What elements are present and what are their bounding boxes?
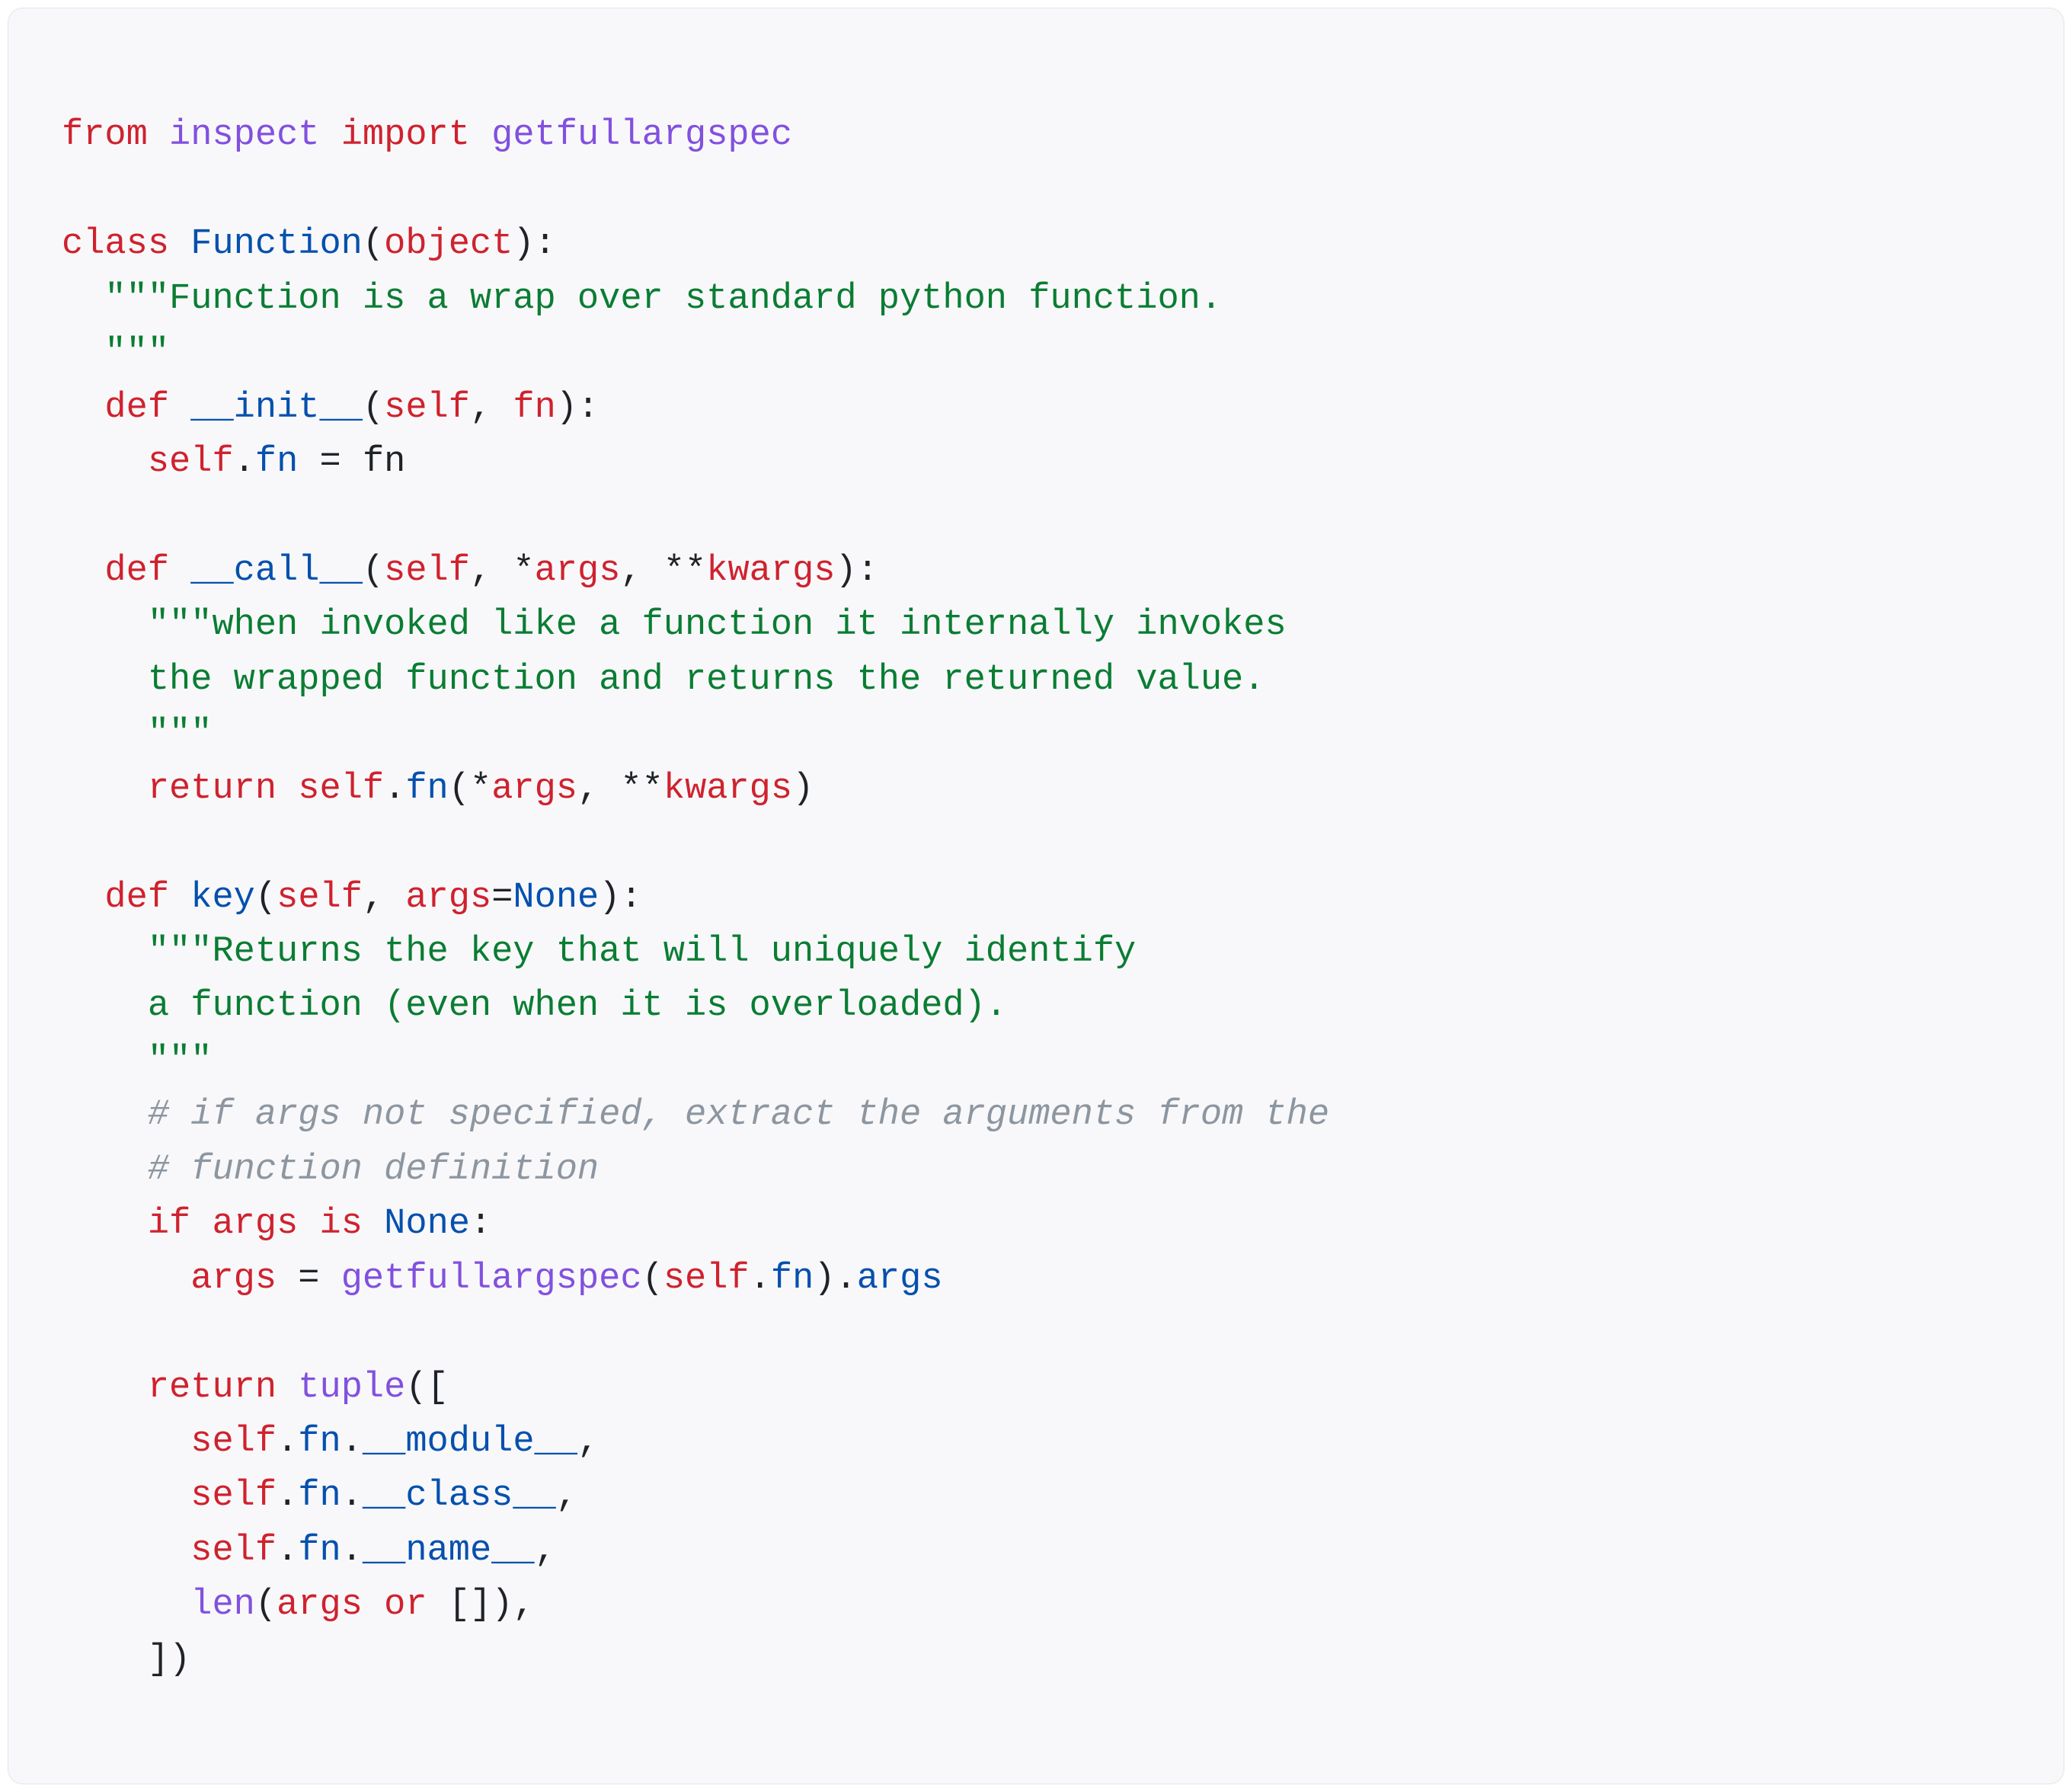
code-line: def __init__(self, fn):	[62, 388, 599, 428]
self-ref: self	[190, 1531, 277, 1571]
method-call: __call__	[190, 551, 363, 591]
kw-def: def	[104, 878, 169, 918]
kw-return: return	[148, 769, 277, 809]
code-line: args = getfullargspec(self.fn).args	[62, 1259, 943, 1299]
code-line: self.fn = fn	[62, 442, 405, 482]
method-init: __init__	[190, 388, 363, 428]
attr-fn: fn	[405, 769, 448, 809]
call-len: len	[190, 1585, 255, 1625]
var-args: args	[277, 1585, 363, 1625]
docstring-line: """	[62, 1041, 212, 1081]
attr-class: __class__	[363, 1476, 556, 1516]
comment-line: # function definition	[62, 1150, 599, 1190]
code-line: self.fn.__module__,	[62, 1422, 599, 1462]
kw-is: is	[320, 1204, 363, 1244]
closing-brackets: ])	[148, 1640, 190, 1680]
call-tuple: tuple	[298, 1368, 405, 1408]
kw-import: import	[341, 115, 470, 155]
const-none: None	[513, 878, 599, 918]
code-block: from inspect import getfullargspec class…	[8, 8, 2064, 1784]
kw-def: def	[104, 551, 169, 591]
attr-args: args	[857, 1259, 943, 1299]
import-getfullargspec: getfullargspec	[491, 115, 792, 155]
attr-name: __name__	[363, 1531, 535, 1571]
code-line: len(args or []),	[62, 1585, 535, 1625]
method-key: key	[190, 878, 255, 918]
param-args: args	[405, 878, 491, 918]
var-args: args	[190, 1259, 277, 1299]
viewport: from inspect import getfullargspec class…	[0, 0, 2072, 1792]
class-name-function: Function	[190, 224, 363, 264]
kw-if: if	[148, 1204, 190, 1244]
param-args: args	[535, 551, 621, 591]
self-ref: self	[663, 1259, 750, 1299]
param-fn: fn	[513, 388, 555, 428]
kw-def: def	[104, 388, 169, 428]
self-ref: self	[298, 769, 384, 809]
code-line: from inspect import getfullargspec	[62, 115, 792, 155]
kw-class: class	[62, 224, 169, 264]
kw-from: from	[62, 115, 148, 155]
kw-or: or	[384, 1585, 427, 1625]
docstring-line: """	[62, 714, 212, 754]
self-ref: self	[148, 442, 234, 482]
kw-return: return	[148, 1368, 277, 1408]
var-args: args	[212, 1204, 298, 1244]
param-self: self	[384, 388, 470, 428]
code-line: class Function(object):	[62, 224, 556, 264]
rhs-fn: fn	[363, 442, 405, 482]
param-kwargs: kwargs	[706, 551, 835, 591]
docstring-line: """when invoked like a function it inter…	[62, 605, 1287, 645]
self-ref: self	[190, 1422, 277, 1462]
docstring-line: """	[62, 333, 169, 373]
docstring-line: a function (even when it is overloaded).	[62, 986, 1007, 1026]
empty-list: []	[449, 1585, 491, 1625]
arg-kwargs: kwargs	[663, 769, 792, 809]
code-line: return self.fn(*args, **kwargs)	[62, 769, 814, 809]
attr-fn: fn	[255, 442, 298, 482]
attr-module: __module__	[363, 1422, 577, 1462]
code-line: self.fn.__class__,	[62, 1476, 577, 1516]
code-line: ])	[62, 1640, 190, 1680]
attr-fn: fn	[298, 1422, 341, 1462]
param-self: self	[384, 551, 470, 591]
attr-fn: fn	[298, 1476, 341, 1516]
docstring-line: the wrapped function and returns the ret…	[62, 660, 1265, 700]
base-object: object	[384, 224, 513, 264]
attr-fn: fn	[771, 1259, 814, 1299]
code-line: return tuple([	[62, 1368, 449, 1408]
attr-fn: fn	[298, 1531, 341, 1571]
docstring-line: """Returns the key that will uniquely id…	[62, 932, 1136, 972]
self-ref: self	[190, 1476, 277, 1516]
call-getfullargspec: getfullargspec	[341, 1259, 642, 1299]
comment-line: # if args not specified, extract the arg…	[62, 1095, 1329, 1135]
code-line: def __call__(self, *args, **kwargs):	[62, 551, 878, 591]
code-line: def key(self, args=None):	[62, 878, 642, 918]
docstring-line: """Function is a wrap over standard pyth…	[62, 279, 1222, 319]
arg-args: args	[491, 769, 577, 809]
const-none: None	[384, 1204, 470, 1244]
code-line: self.fn.__name__,	[62, 1531, 556, 1571]
module-inspect: inspect	[169, 115, 319, 155]
code-line: if args is None:	[62, 1204, 491, 1244]
param-self: self	[277, 878, 363, 918]
